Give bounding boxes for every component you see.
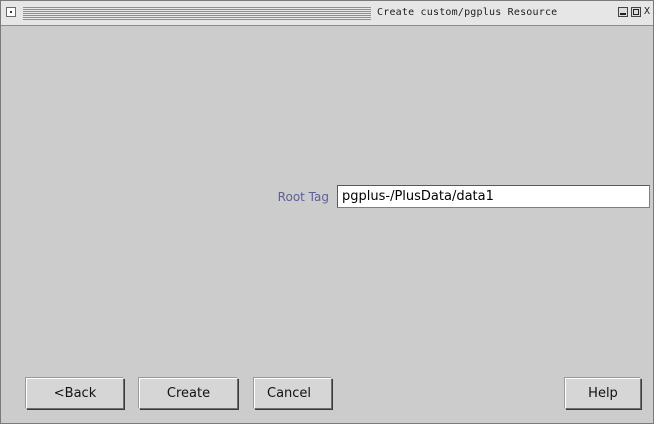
help-button[interactable]: Help xyxy=(565,378,641,409)
root-tag-label: Root Tag xyxy=(277,190,329,204)
minimize-icon[interactable] xyxy=(618,7,628,17)
cancel-button[interactable]: Cancel xyxy=(254,378,332,409)
create-resource-dialog: Create custom/pgplus Resource X Root Tag… xyxy=(0,0,654,424)
root-tag-input[interactable] xyxy=(337,185,650,208)
title-bar-stripes xyxy=(23,6,371,20)
maximize-icon[interactable] xyxy=(631,7,641,17)
close-icon[interactable]: X xyxy=(644,7,653,17)
window-menu-icon[interactable] xyxy=(6,7,16,17)
window-title: Create custom/pgplus Resource xyxy=(377,7,558,18)
back-button[interactable]: <Back xyxy=(26,378,124,409)
title-bar[interactable]: Create custom/pgplus Resource X xyxy=(1,1,653,26)
create-button[interactable]: Create xyxy=(139,378,238,409)
